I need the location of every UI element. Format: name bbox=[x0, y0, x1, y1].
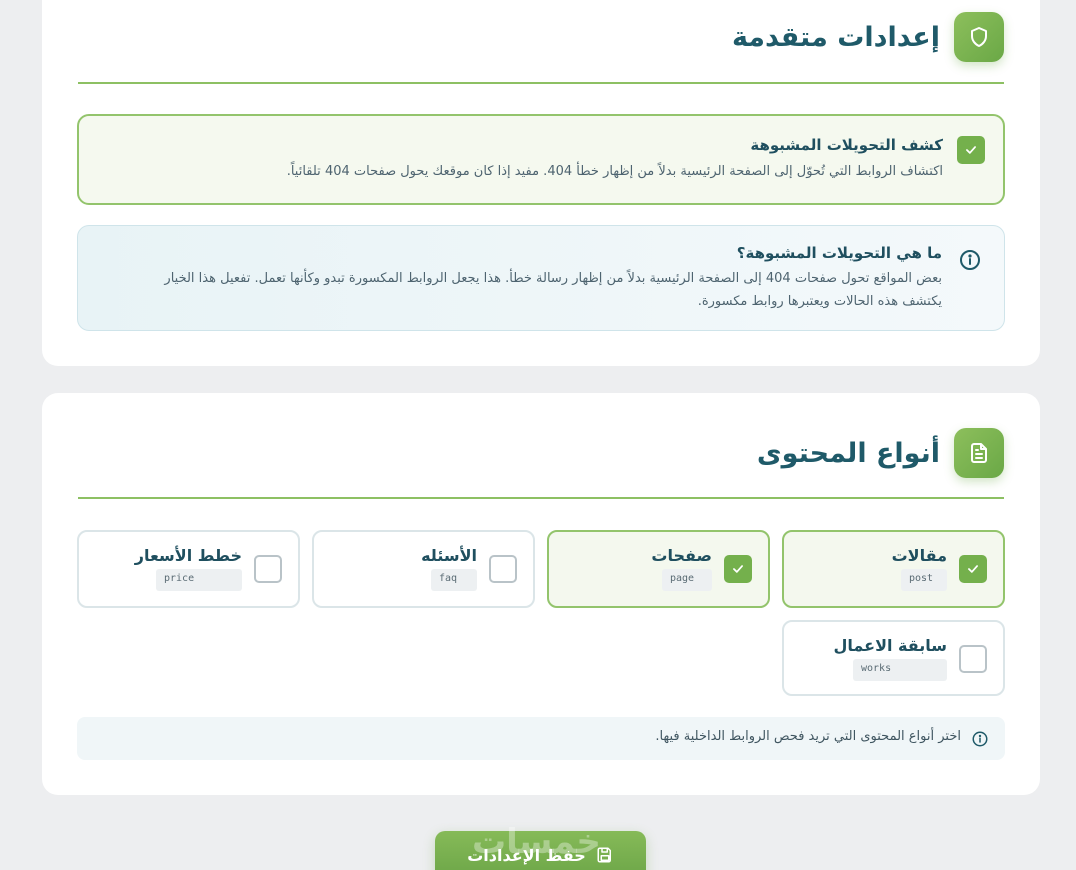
content-types-card: أنواع المحتوى مقالات post صفحات page الأ… bbox=[42, 393, 1040, 795]
content-type-works-checkbox[interactable] bbox=[959, 645, 987, 673]
info-icon bbox=[971, 730, 989, 748]
content-type-page-checkbox[interactable] bbox=[724, 555, 752, 583]
content-types-header: أنواع المحتوى bbox=[78, 428, 1004, 478]
save-settings-label: حفظ الإعدادات bbox=[467, 846, 586, 865]
option-title: كشف التحويلات المشبوهة bbox=[750, 136, 943, 154]
content-type-label: خطط الأسعار bbox=[134, 546, 242, 565]
content-type-price-checkbox[interactable] bbox=[254, 555, 282, 583]
section-title: أنواع المحتوى bbox=[756, 437, 940, 469]
content-type-post-checkbox[interactable] bbox=[959, 555, 987, 583]
content-type-works[interactable]: سابقة الاعمال works bbox=[782, 620, 1005, 696]
advanced-settings-card: إعدادات متقدمة كشف التحويلات المشبوهة اك… bbox=[42, 0, 1040, 366]
content-type-faq[interactable]: الأسئله faq bbox=[312, 530, 535, 608]
section-divider bbox=[78, 82, 1004, 84]
content-type-price[interactable]: خطط الأسعار price bbox=[77, 530, 300, 608]
content-type-slug: works bbox=[853, 659, 947, 681]
check-icon bbox=[966, 146, 976, 154]
content-type-label: الأسئله bbox=[421, 546, 477, 565]
option-description: اكتشاف الروابط التي تُحوّل إلى الصفحة ال… bbox=[286, 164, 943, 179]
content-type-slug: post bbox=[901, 569, 947, 591]
content-type-slug: faq bbox=[431, 569, 477, 591]
section-title: إعدادات متقدمة bbox=[731, 21, 940, 53]
info-icon bbox=[958, 248, 982, 272]
content-type-label: مقالات bbox=[891, 546, 947, 565]
content-type-label: صفحات bbox=[651, 546, 712, 565]
content-type-post[interactable]: مقالات post bbox=[782, 530, 1005, 608]
content-type-slug: page bbox=[662, 569, 712, 591]
content-type-faq-checkbox[interactable] bbox=[489, 555, 517, 583]
content-type-page[interactable]: صفحات page bbox=[547, 530, 770, 608]
check-icon bbox=[968, 565, 978, 573]
info-box: ما هي التحويلات المشبوهة؟ بعض المواقع تح… bbox=[77, 225, 1005, 331]
info-text-line-2: يكتشف هذه الحالات ويعتبرها روابط مكسورة. bbox=[697, 294, 942, 309]
suspicious-redirects-checkbox[interactable] bbox=[957, 136, 985, 164]
document-icon bbox=[954, 428, 1004, 478]
advanced-settings-header: إعدادات متقدمة bbox=[78, 12, 1004, 62]
content-type-label: سابقة الاعمال bbox=[833, 636, 947, 655]
check-icon bbox=[733, 565, 743, 573]
save-icon bbox=[597, 847, 611, 863]
note-text: اختر أنواع المحتوى التي تريد فحص الروابط… bbox=[655, 729, 961, 744]
section-divider bbox=[78, 497, 1004, 499]
suspicious-redirects-option[interactable]: كشف التحويلات المشبوهة اكتشاف الروابط ال… bbox=[77, 114, 1005, 205]
save-settings-button[interactable]: حفظ الإعدادات bbox=[435, 831, 646, 870]
content-types-note: اختر أنواع المحتوى التي تريد فحص الروابط… bbox=[77, 717, 1005, 760]
content-type-slug: price bbox=[156, 569, 242, 591]
shield-icon bbox=[954, 12, 1004, 62]
info-title: ما هي التحويلات المشبوهة؟ bbox=[736, 244, 942, 262]
